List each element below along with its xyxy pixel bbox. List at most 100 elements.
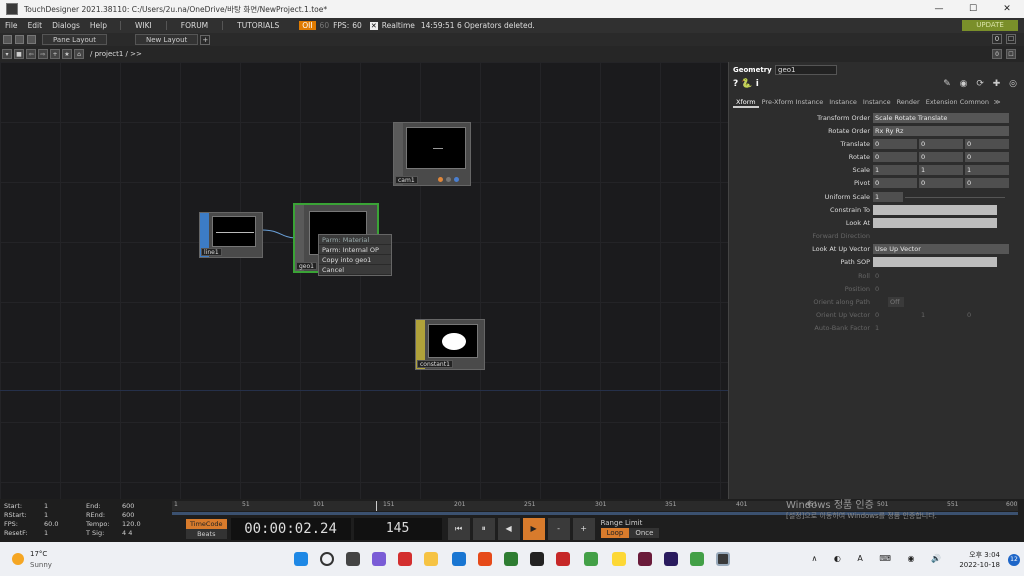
pane-maximize-button[interactable]: ☐ (1006, 34, 1016, 44)
tab-pre-xform[interactable]: Pre-Xform (759, 96, 793, 108)
breadcrumb[interactable]: / project1 / >> (90, 50, 142, 58)
cam1-node[interactable]: cam1 (393, 122, 471, 186)
node-label[interactable]: cam1 (395, 176, 418, 184)
uniform-scale-field[interactable]: 1 (873, 192, 903, 202)
tab-xform[interactable]: Xform (733, 96, 759, 108)
step-minus-button[interactable]: - (547, 517, 570, 540)
frame-display[interactable]: 145 (353, 517, 442, 540)
step-back-button[interactable]: ◀ (497, 517, 520, 540)
weather-desc[interactable]: Sunny (30, 561, 52, 569)
kakaotalk-icon[interactable] (612, 552, 626, 566)
translate-x[interactable]: 0 (873, 139, 917, 149)
forward-icon[interactable]: ⇨ (38, 49, 48, 59)
tab-extensions[interactable]: Extensions (923, 96, 957, 108)
task-view-icon[interactable] (346, 552, 360, 566)
search-icon[interactable] (320, 552, 334, 566)
timeline-ruler[interactable]: 1 51 101 151 201 251 301 351 401 451 501… (172, 501, 1018, 511)
menu-item-parm-material[interactable]: Parm: Material (319, 235, 391, 245)
star-icon[interactable]: ★ (62, 49, 72, 59)
rotate-x[interactable]: 0 (873, 152, 917, 162)
menu-file[interactable]: File (0, 21, 23, 30)
step-plus-button[interactable]: + (572, 517, 595, 540)
viewer-toggle-icon[interactable]: 0 (992, 49, 1002, 59)
menu-edit[interactable]: Edit (23, 21, 48, 30)
menu-item-copy-into[interactable]: Copy into geo1 (319, 255, 391, 265)
end-value[interactable]: 600 (122, 502, 134, 511)
node-label[interactable]: constant1 (417, 360, 453, 368)
wiki-link[interactable]: WIKI (120, 21, 166, 30)
play-button[interactable]: ▶ (522, 517, 545, 540)
rotate-order-menu[interactable]: Rx Ry Rz (873, 126, 1009, 136)
node-label[interactable]: line1 (201, 248, 222, 256)
pivot-x[interactable]: 0 (873, 178, 917, 188)
pause-button[interactable]: ⏸ (472, 517, 495, 540)
notification-badge[interactable]: 12 (1008, 554, 1020, 566)
chat-icon[interactable] (372, 552, 386, 566)
tsig-field[interactable]: 4 4 (122, 529, 132, 538)
home-icon[interactable]: ⌂ (74, 49, 84, 59)
rstart-value[interactable]: 1 (44, 511, 48, 520)
weather-temp[interactable]: 17°C (30, 550, 47, 558)
clock[interactable]: 오후 3:04 2022-10-18 (959, 550, 1000, 570)
scale-z[interactable]: 1 (965, 165, 1009, 175)
tab-instance-1[interactable]: Instance (793, 96, 827, 108)
menu-dialogs[interactable]: Dialogs (47, 21, 85, 30)
tabs-more-button[interactable]: ≫ (991, 96, 1004, 108)
maximize-button[interactable]: ☐ (956, 0, 990, 18)
pane-count-button[interactable]: 0 (992, 34, 1002, 44)
scale-y[interactable]: 1 (919, 165, 963, 175)
tutorials-link[interactable]: TUTORIALS (222, 21, 293, 30)
menu-item-cancel[interactable]: Cancel (319, 265, 391, 275)
chrome-profile-icon[interactable] (690, 552, 704, 566)
system-tray[interactable]: ∧ ◐ A ⌨ ◉ 🔊 (811, 554, 948, 563)
file-explorer-icon[interactable] (424, 552, 438, 566)
scale-x[interactable]: 1 (873, 165, 917, 175)
menu-item-parm-internal-op[interactable]: Parm: Internal OP (319, 245, 391, 255)
netflix-icon[interactable] (398, 552, 412, 566)
node-flag-icon[interactable] (446, 177, 451, 182)
node-flag-icon[interactable] (438, 177, 443, 182)
touchdesigner-taskbar-icon[interactable] (716, 552, 730, 566)
add-layout-button[interactable]: + (200, 34, 211, 45)
look-at-field[interactable] (873, 218, 997, 228)
update-button[interactable]: UPDATE (962, 20, 1018, 31)
timecode-display[interactable]: 00:00:02.24 (230, 517, 351, 540)
rotate-z[interactable]: 0 (965, 152, 1009, 162)
tempo-field[interactable]: 120.0 (122, 520, 141, 529)
tab-render[interactable]: Render (894, 96, 923, 108)
office-icon[interactable] (478, 552, 492, 566)
resetf-field[interactable]: 1 (44, 529, 48, 538)
once-option[interactable]: Once (629, 528, 660, 538)
node-label[interactable]: geo1 (296, 262, 317, 270)
tab-instance-2[interactable]: Instance (826, 96, 860, 108)
transform-order-menu[interactable]: Scale Rotate Translate (873, 113, 1009, 123)
line1-node[interactable]: line1 (199, 212, 263, 258)
weather-sun-icon[interactable] (12, 553, 24, 565)
help-icons[interactable]: ? 🐍 i (733, 79, 759, 89)
pivot-z[interactable]: 0 (965, 178, 1009, 188)
pane-settings-icon[interactable] (15, 35, 24, 44)
start-value[interactable]: 1 (44, 502, 48, 511)
translate-z[interactable]: 0 (965, 139, 1009, 149)
timecode-toggle[interactable]: TimeCode (186, 518, 227, 529)
translate-y[interactable]: 0 (919, 139, 963, 149)
loop-option[interactable]: Loop (600, 528, 630, 538)
beats-toggle[interactable]: Beats (186, 528, 227, 539)
look-at-up-vector-menu[interactable]: Use Up Vector (873, 244, 1009, 254)
indesign-icon[interactable] (638, 552, 652, 566)
pivot-y[interactable]: 0 (919, 178, 963, 188)
rotate-y[interactable]: 0 (919, 152, 963, 162)
stop-icon[interactable]: ■ (14, 49, 24, 59)
app-icon[interactable] (556, 552, 570, 566)
close-button[interactable]: ✕ (990, 0, 1024, 18)
back-icon[interactable]: ⇦ (26, 49, 36, 59)
pane-menu-icon[interactable] (27, 35, 36, 44)
pane-layout-tab[interactable]: Pane Layout (42, 34, 107, 45)
node-flag-icon[interactable] (454, 177, 459, 182)
after-effects-icon[interactable] (664, 552, 678, 566)
oi-indicator[interactable]: OII (299, 21, 316, 30)
mail-icon[interactable] (452, 552, 466, 566)
network-editor[interactable]: cam1 line1 geo1 Parm: Material Parm: Int… (0, 62, 728, 499)
op-name-field[interactable]: geo1 (775, 65, 837, 75)
edge-icon[interactable] (504, 552, 518, 566)
